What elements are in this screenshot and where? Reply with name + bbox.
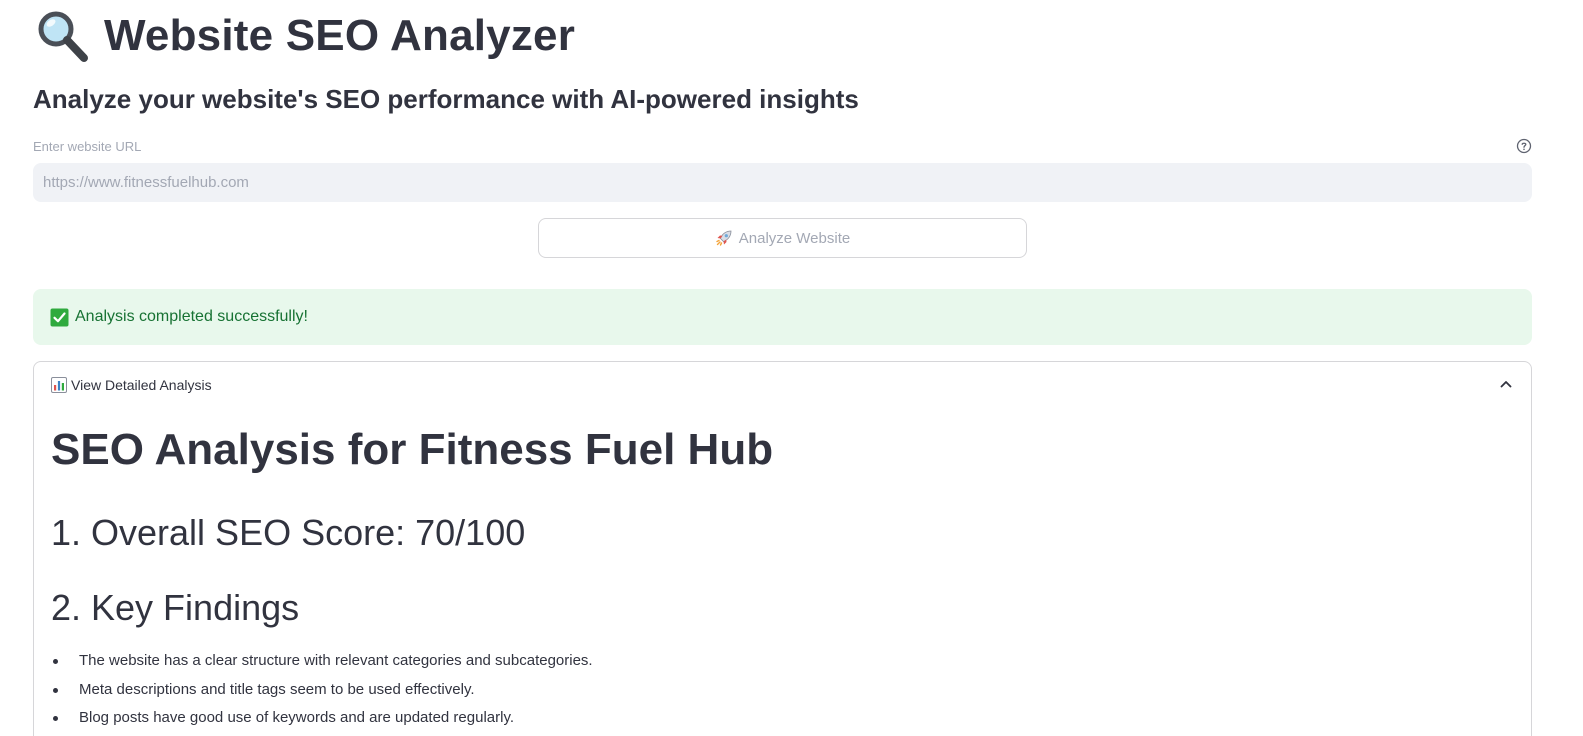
success-alert: Analysis completed successfully! [33,289,1532,345]
finding-text: The website has a clear structure with r… [79,652,593,669]
app-page: Website SEO Analyzer Analyze your websit… [0,0,1583,736]
list-item: Blog posts have good use of keywords and… [51,706,593,735]
expander-label: View Detailed Analysis [71,377,212,393]
expander-header[interactable]: View Detailed Analysis [34,362,1531,408]
bar-chart-icon [51,377,67,393]
chevron-up-icon[interactable] [1499,377,1513,391]
url-input[interactable] [33,163,1532,202]
finding-text: Blog posts have good use of keywords and… [79,709,514,726]
checkmark-icon [50,308,69,326]
bullet-icon [53,659,58,664]
bullet-icon [53,716,58,721]
question-circle-icon[interactable] [1516,138,1532,154]
page-title: Website SEO Analyzer [34,8,575,64]
key-findings-list: The website has a clear structure with r… [51,649,593,735]
success-message: Analysis completed successfully! [75,308,308,325]
page-subtitle: Analyze your website's SEO performance w… [33,84,859,114]
url-field-label: Enter website URL [33,139,142,154]
seo-score-heading: 1. Overall SEO Score: 70/100 [51,512,526,553]
analyze-website-button[interactable]: Analyze Website [538,218,1027,258]
bullet-icon [53,687,58,693]
finding-text: Meta descriptions and title tags seem to… [79,680,475,698]
magnifying-glass-icon [38,11,88,62]
detailed-analysis-expander: View Detailed Analysis SEO Analysis for … [33,361,1532,736]
analyze-button-label: Analyze Website [738,229,851,247]
rocket-icon [716,230,732,246]
report-title: SEO Analysis for Fitness Fuel Hub [51,425,774,474]
list-item: The website has a clear structure with r… [51,649,593,678]
list-item: Meta descriptions and title tags seem to… [51,678,593,707]
key-findings-heading: 2. Key Findings [51,587,300,628]
app-title: Website SEO Analyzer [104,11,576,60]
